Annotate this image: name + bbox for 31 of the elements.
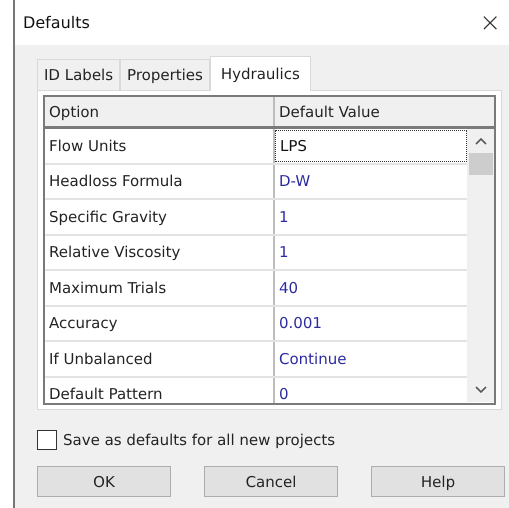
checkbox-label: Save as defaults for all new projects (63, 431, 336, 449)
tab[interactable]: Hydraulics (210, 56, 311, 91)
dialog-button[interactable]: Cancel (204, 466, 338, 497)
tab[interactable]: ID Labels (37, 59, 120, 90)
dialog-button[interactable]: Help (371, 466, 505, 497)
table-cell[interactable]: 40 (275, 271, 468, 304)
column-header: Default Value (278, 102, 381, 122)
table-cell: Relative Viscosity (45, 236, 275, 269)
scroll-thumb[interactable] (468, 153, 493, 175)
scroll-up-icon[interactable] (474, 137, 487, 145)
close-button[interactable]: × (475, 8, 505, 38)
table-cell[interactable]: 1 (275, 236, 468, 269)
scroll-down-icon[interactable] (474, 386, 487, 394)
table-cell[interactable]: 0 (275, 378, 468, 403)
window-title: Defaults (23, 13, 90, 32)
table-cell: If Unbalanced (45, 342, 275, 376)
checkbox[interactable] (37, 430, 57, 450)
column-header: Option (45, 97, 275, 126)
table-cell[interactable]: 0.001 (275, 306, 468, 340)
scrollbar[interactable] (467, 129, 494, 402)
table-cell[interactable]: Continue (275, 342, 468, 376)
tab[interactable]: Properties (120, 59, 210, 90)
table-cell: Specific Gravity (45, 200, 275, 234)
table-cell: Flow Units (45, 129, 275, 162)
table-cell[interactable]: D-W (275, 164, 468, 198)
table-cell: Default Pattern (45, 378, 275, 403)
table-cell: Maximum Trials (45, 271, 275, 304)
table-cell[interactable]: 1 (275, 200, 468, 234)
table-cell: Headloss Formula (45, 164, 275, 198)
table-cell: Accuracy (45, 306, 275, 340)
dialog-button[interactable]: OK (37, 466, 171, 497)
